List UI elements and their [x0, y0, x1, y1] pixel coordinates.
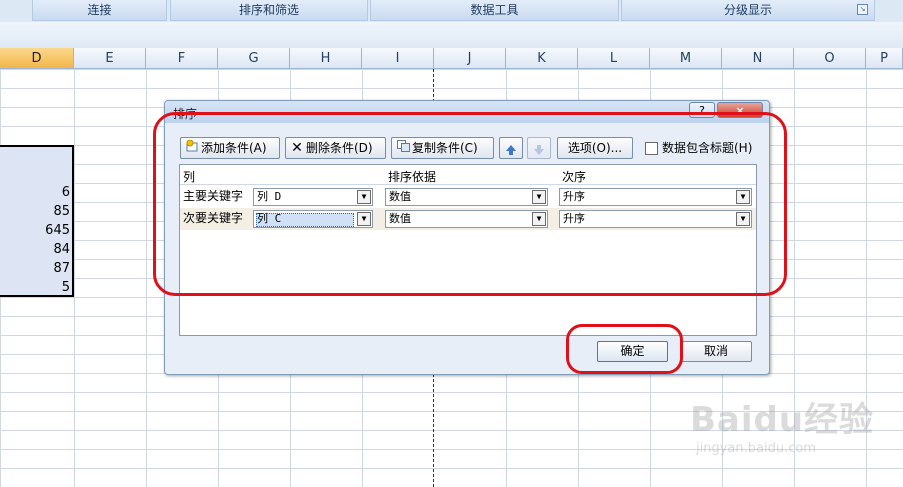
- ribbon-group-sort-filter[interactable]: 排序和筛选: [170, 0, 368, 21]
- ribbon: 连接 排序和筛选 数据工具 分级显示 ↘: [0, 0, 903, 22]
- watermark-url: jingyan.baidu.com: [696, 441, 816, 456]
- column-header-m[interactable]: M: [650, 48, 722, 69]
- column-header-d[interactable]: D: [0, 48, 74, 69]
- ribbon-group-label: 排序和筛选: [238, 3, 299, 17]
- column-header-g[interactable]: G: [218, 48, 290, 69]
- column-header-k[interactable]: K: [506, 48, 578, 69]
- ribbon-group-data-tools[interactable]: 数据工具: [370, 0, 619, 21]
- column-header-h[interactable]: H: [290, 48, 362, 69]
- column-header-p[interactable]: P: [866, 48, 903, 69]
- watermark-brand: Baidu经验: [690, 400, 875, 440]
- cell-value[interactable]: 87: [0, 261, 70, 276]
- column-header-i[interactable]: I: [362, 48, 434, 69]
- column-header-f[interactable]: F: [146, 48, 218, 69]
- ribbon-group-label: 分级显示: [723, 3, 772, 17]
- cell-value[interactable]: 6: [0, 185, 70, 200]
- gridline: [74, 69, 75, 487]
- cell-value[interactable]: 5: [0, 280, 70, 295]
- column-header-e[interactable]: E: [74, 48, 146, 69]
- column-header-o[interactable]: O: [794, 48, 866, 69]
- annotation-circle-ok: [566, 324, 683, 374]
- annotation-circle-conditions: [153, 112, 787, 296]
- baidu-watermark: Baidu经验 jingyan.baidu.com: [690, 392, 890, 472]
- dialog-launcher-icon[interactable]: ↘: [857, 4, 868, 15]
- formula-bar-area: [0, 22, 903, 49]
- ribbon-group-outline[interactable]: 分级显示 ↘: [621, 0, 875, 21]
- selected-range[interactable]: 6 85 645 84 87 5: [0, 145, 74, 297]
- gridline: [146, 69, 147, 487]
- column-header-n[interactable]: N: [722, 48, 794, 69]
- cancel-button[interactable]: 取消: [680, 341, 752, 362]
- cell-value[interactable]: 645: [0, 223, 70, 238]
- ribbon-group-connections[interactable]: 连接: [32, 0, 167, 21]
- ribbon-group-label: 数据工具: [470, 3, 519, 17]
- cell-value[interactable]: 85: [0, 204, 70, 219]
- column-header-l[interactable]: L: [578, 48, 650, 69]
- cell-value[interactable]: 84: [0, 242, 70, 257]
- ribbon-group-label: 连接: [87, 3, 112, 17]
- column-header-j[interactable]: J: [434, 48, 506, 69]
